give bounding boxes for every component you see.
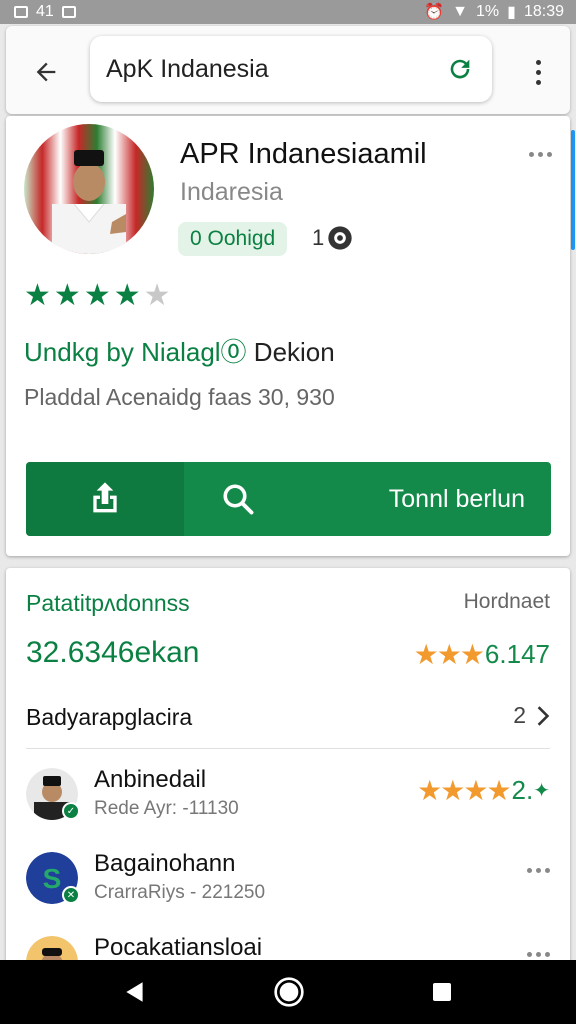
refresh-icon (450, 59, 470, 79)
ratings-title: Patatitpʌdonnss (26, 590, 190, 616)
more-horiz-icon (527, 952, 532, 957)
install-button[interactable]: Tonnl berlun (389, 485, 525, 514)
developer-line: Undkg by Nialagl⓪ Dekion (24, 332, 335, 369)
reviews-heading: Badyarapglacira (26, 704, 193, 730)
nav-recents-icon[interactable] (430, 980, 454, 1004)
ratings-score: ★★★ 6.147 (414, 638, 550, 671)
more-horiz-icon (529, 152, 534, 157)
review-meta: CrarraRiys - 221250 (94, 882, 266, 903)
battery-level: 1% (476, 3, 500, 20)
rating-stars-icon: ★★★★ (417, 775, 511, 806)
app-meta: Pladdal Acenaidg faas 30, 930 (24, 384, 335, 410)
status-bar: 41 ⏰ ▼ 1% ▮ 18:39 (0, 0, 576, 24)
reviewer-name: Pocakatiansloai (94, 934, 263, 961)
share-icon (93, 482, 117, 513)
review-item[interactable]: S ✕ Bagainohann CrarraRiys - 221250 (6, 846, 570, 926)
back-arrow-icon (36, 62, 56, 82)
nav-home-icon[interactable] (273, 976, 305, 1008)
notification-icon (14, 6, 28, 18)
nav-back-icon[interactable] (122, 979, 148, 1005)
more-horiz-icon (527, 868, 532, 873)
reviewer-name: Anbinedail (94, 766, 207, 793)
status-left-text: 41 (36, 3, 54, 20)
eye-icon (328, 226, 352, 250)
app-subtitle: Indaresia (180, 178, 283, 206)
person-photo (52, 150, 126, 254)
ratings-right-label[interactable]: Hordnaet (464, 590, 550, 614)
ratings-card: Patatitpʌdonnss Hordnaet 32.6346ekan ★★★… (6, 568, 570, 988)
more-options-button[interactable] (526, 52, 550, 92)
divider (26, 748, 550, 749)
more-vert-icon (535, 59, 541, 65)
wifi-icon: ▼ (452, 3, 469, 20)
app-title: APR Indanesiaamil (180, 138, 427, 170)
review-score: 2. (511, 775, 534, 805)
app-icon-photo (24, 124, 154, 254)
review-meta: Rede Ayr: -11130 (94, 798, 239, 819)
reviews-more-button[interactable]: 2 (513, 702, 552, 729)
battery-icon: ▮ (507, 4, 516, 21)
rating-stars-icon: ★★★ (413, 639, 485, 670)
star-icon: ★ (113, 279, 141, 312)
svg-text:S: S (43, 863, 62, 894)
developer-suffix: Dekion (246, 337, 335, 367)
verified-icon: ✓ (62, 802, 80, 820)
image-notification-icon (61, 6, 76, 18)
review-item[interactable]: ✓ Anbinedail Rede Ayr: -11130 ★★★★ 2. ✦ (6, 762, 570, 842)
app-more-button[interactable] (529, 152, 552, 157)
install-bar: Tonnl berlun (26, 462, 551, 536)
ratings-score-value: 6.147 (484, 639, 550, 669)
clock: 18:39 (523, 3, 564, 20)
search-input[interactable]: ApK Indanesia (106, 55, 444, 84)
developer-name[interactable]: Undkg by Nialagl⓪ (24, 337, 247, 367)
star-half-icon: ★ (143, 279, 171, 312)
scroll-indicator (571, 130, 575, 250)
share-button[interactable] (26, 462, 184, 536)
search-field[interactable]: ApK Indanesia (90, 36, 492, 102)
search-app-button[interactable] (198, 462, 278, 536)
alarm-icon: ⏰ (424, 4, 445, 21)
chevron-right-icon (537, 705, 550, 726)
search-icon (223, 484, 254, 515)
arrow-icon: ✦ (533, 780, 550, 802)
app-header-card: APR Indanesiaamil Indaresia 0 Oohigd 1 ★… (6, 116, 570, 556)
reviews-count: 2 (513, 702, 526, 728)
star-icon: ★ (24, 279, 51, 312)
refresh-button[interactable] (444, 53, 476, 85)
category-badge[interactable]: 0 Oohigd (178, 222, 288, 256)
review-rating: ★★★★ 2. ✦ (417, 774, 550, 807)
reviewer-name: Bagainohann (94, 850, 236, 877)
star-icon: ★ (83, 279, 111, 312)
app-rating-stars: ★ ★ ★ ★ ★ (24, 278, 171, 313)
view-count-value: 1 (312, 225, 325, 250)
verified-icon: ✕ (62, 886, 80, 904)
star-icon: ★ (53, 279, 81, 312)
view-count: 1 (312, 224, 354, 252)
search-bar-card: ApK Indanesia (6, 26, 570, 114)
review-more-button[interactable] (527, 952, 550, 957)
review-more-button[interactable] (527, 868, 550, 873)
system-nav-bar (0, 960, 576, 1024)
back-button[interactable] (26, 52, 66, 92)
ratings-total: 32.6346ekan (26, 636, 200, 669)
